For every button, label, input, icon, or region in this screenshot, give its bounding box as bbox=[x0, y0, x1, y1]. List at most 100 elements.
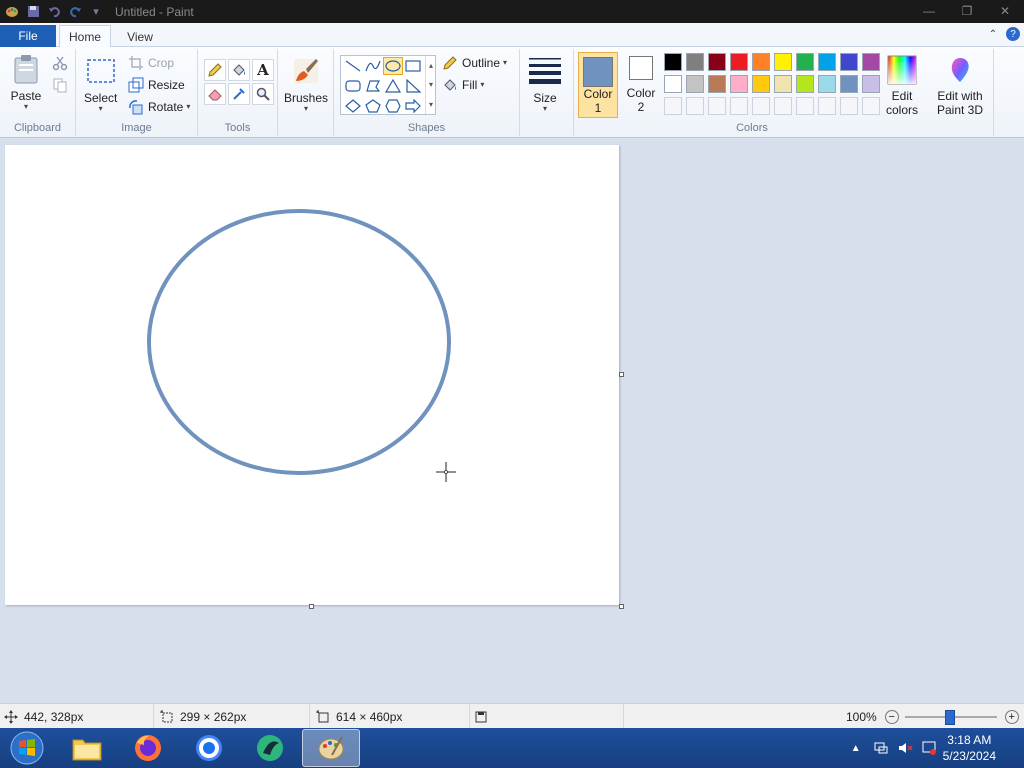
scroll-down-icon[interactable]: ▾ bbox=[429, 80, 433, 89]
palette-empty-swatch[interactable] bbox=[662, 95, 684, 117]
edit-colors-button[interactable]: Edit colors bbox=[882, 55, 922, 117]
triangle-shape-icon[interactable] bbox=[383, 77, 403, 95]
rounded-rectangle-shape-icon[interactable] bbox=[343, 77, 363, 95]
taskbar-chrome[interactable] bbox=[180, 729, 238, 767]
eraser-icon[interactable] bbox=[204, 83, 226, 105]
drawing-canvas[interactable] bbox=[5, 145, 619, 605]
palette-swatch[interactable] bbox=[706, 73, 728, 95]
palette-swatch[interactable] bbox=[860, 73, 882, 95]
palette-swatch[interactable] bbox=[706, 51, 728, 73]
polygon-shape-icon[interactable] bbox=[363, 77, 383, 95]
curve-shape-icon[interactable] bbox=[363, 57, 383, 75]
paste-button[interactable]: Paste ▾ bbox=[10, 53, 42, 111]
edit-with-paint3d-button[interactable]: Edit with Paint 3D bbox=[932, 55, 988, 117]
palette-empty-swatch[interactable] bbox=[706, 95, 728, 117]
fill-button[interactable]: Fill ▾ bbox=[442, 75, 484, 95]
palette-swatch[interactable] bbox=[838, 51, 860, 73]
color1-button[interactable]: Color 1 bbox=[578, 52, 618, 118]
taskbar-paint[interactable] bbox=[302, 729, 360, 767]
palette-swatch[interactable] bbox=[750, 51, 772, 73]
text-icon[interactable]: A bbox=[252, 59, 274, 81]
zoom-slider[interactable] bbox=[904, 709, 997, 725]
diamond-shape-icon[interactable] bbox=[343, 97, 363, 115]
copy-button[interactable] bbox=[52, 75, 72, 95]
save-icon[interactable] bbox=[24, 4, 42, 20]
select-label: Select bbox=[84, 91, 118, 105]
resize-handle-bottom[interactable] bbox=[309, 604, 314, 609]
paint-app-icon[interactable] bbox=[3, 4, 21, 20]
cut-button[interactable] bbox=[52, 53, 72, 73]
zoom-slider-thumb[interactable] bbox=[944, 709, 955, 725]
resize-handle-corner[interactable] bbox=[619, 604, 624, 609]
show-hidden-icons-icon[interactable]: ▲ bbox=[851, 743, 861, 754]
zoom-in-icon[interactable]: + bbox=[1004, 709, 1019, 724]
customize-toolbar-icon[interactable]: ▾ bbox=[87, 4, 105, 20]
tab-view[interactable]: View bbox=[116, 25, 164, 48]
palette-swatch[interactable] bbox=[662, 51, 684, 73]
crop-button[interactable]: Crop bbox=[128, 53, 174, 73]
palette-empty-swatch[interactable] bbox=[772, 95, 794, 117]
palette-swatch[interactable] bbox=[860, 51, 882, 73]
magnifier-icon[interactable] bbox=[252, 83, 274, 105]
zoom-out-icon[interactable]: − bbox=[884, 709, 899, 724]
palette-swatch[interactable] bbox=[750, 73, 772, 95]
palette-swatch[interactable] bbox=[772, 73, 794, 95]
action-center-icon[interactable] bbox=[921, 740, 937, 756]
palette-swatch[interactable] bbox=[794, 73, 816, 95]
resize-handle-right[interactable] bbox=[619, 372, 624, 377]
minimize-icon[interactable]: — bbox=[910, 0, 948, 22]
redo-icon[interactable] bbox=[66, 4, 84, 20]
expand-gallery-icon[interactable]: ▾ bbox=[429, 100, 433, 109]
rectangle-shape-icon[interactable] bbox=[403, 57, 423, 75]
taskbar-app-green[interactable] bbox=[241, 729, 299, 767]
volume-muted-icon[interactable] bbox=[897, 740, 913, 756]
line-shape-icon[interactable] bbox=[343, 57, 363, 75]
palette-swatch[interactable] bbox=[816, 51, 838, 73]
tab-home[interactable]: Home bbox=[59, 25, 111, 48]
scroll-up-icon[interactable]: ▴ bbox=[429, 61, 433, 70]
taskbar-file-explorer[interactable] bbox=[58, 729, 116, 767]
pentagon-shape-icon[interactable] bbox=[363, 97, 383, 115]
taskbar-firefox[interactable] bbox=[119, 729, 177, 767]
rotate-button[interactable]: Rotate ▾ bbox=[128, 97, 190, 117]
close-icon[interactable]: ✕ bbox=[986, 0, 1024, 22]
brushes-button[interactable]: Brushes ▾ bbox=[284, 55, 328, 113]
tab-file[interactable]: File bbox=[0, 25, 56, 47]
outline-button[interactable]: Outline ▾ bbox=[442, 53, 507, 73]
palette-swatch[interactable] bbox=[728, 51, 750, 73]
palette-empty-swatch[interactable] bbox=[728, 95, 750, 117]
palette-empty-swatch[interactable] bbox=[838, 95, 860, 117]
help-icon[interactable]: ? bbox=[1006, 27, 1020, 41]
palette-swatch[interactable] bbox=[684, 51, 706, 73]
collapse-ribbon-icon[interactable]: ⌃ bbox=[986, 27, 1000, 41]
right-triangle-shape-icon[interactable] bbox=[403, 77, 423, 95]
oval-shape-icon[interactable] bbox=[383, 57, 403, 75]
clock[interactable]: 3:18 AM 5/23/2024 bbox=[943, 732, 996, 764]
color-picker-icon[interactable] bbox=[228, 83, 250, 105]
palette-empty-swatch[interactable] bbox=[794, 95, 816, 117]
start-button[interactable] bbox=[0, 729, 54, 767]
restore-icon[interactable]: ❐ bbox=[948, 0, 986, 22]
network-icon[interactable] bbox=[873, 740, 889, 756]
select-button[interactable]: Select ▾ bbox=[84, 55, 117, 113]
hexagon-shape-icon[interactable] bbox=[383, 97, 403, 115]
palette-swatch[interactable] bbox=[728, 73, 750, 95]
move-cursor-icon bbox=[4, 709, 18, 724]
palette-swatch[interactable] bbox=[684, 73, 706, 95]
palette-swatch[interactable] bbox=[838, 73, 860, 95]
palette-swatch[interactable] bbox=[816, 73, 838, 95]
palette-swatch[interactable] bbox=[794, 51, 816, 73]
arrow-shape-icon[interactable] bbox=[403, 97, 423, 115]
pencil-icon[interactable] bbox=[204, 59, 226, 81]
color2-button[interactable]: Color 2 bbox=[622, 56, 660, 114]
palette-empty-swatch[interactable] bbox=[816, 95, 838, 117]
palette-empty-swatch[interactable] bbox=[860, 95, 882, 117]
palette-swatch[interactable] bbox=[662, 73, 684, 95]
palette-empty-swatch[interactable] bbox=[750, 95, 772, 117]
resize-button[interactable]: Resize bbox=[128, 75, 185, 95]
size-button[interactable]: Size ▾ bbox=[529, 55, 561, 113]
undo-icon[interactable] bbox=[45, 4, 63, 20]
palette-empty-swatch[interactable] bbox=[684, 95, 706, 117]
fill-bucket-icon[interactable] bbox=[228, 59, 250, 81]
palette-swatch[interactable] bbox=[772, 51, 794, 73]
